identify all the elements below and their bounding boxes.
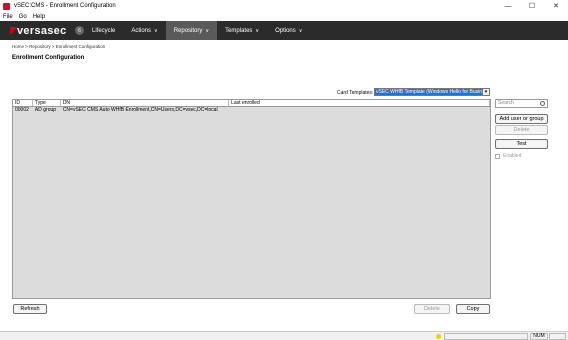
cell-last-enrolled (229, 107, 490, 114)
menu-file[interactable]: File (3, 14, 13, 20)
delete-side-button[interactable]: Delete (495, 125, 548, 135)
minimize-button[interactable]: — (496, 0, 520, 12)
breadcrumb[interactable]: Home > Repository > Enrollment Configura… (12, 44, 105, 49)
cell-dn: CN=vSEC CMS Auto WHfB Enrollment,CN=User… (62, 107, 218, 113)
chevron-down-icon: ∨ (255, 27, 260, 34)
status-indicator-icon (436, 334, 441, 339)
card-templates-label: Card Templates: (337, 90, 374, 96)
notification-badge[interactable]: 6 (75, 26, 84, 35)
status-pane (444, 333, 528, 340)
column-header-dn[interactable]: DN (61, 100, 230, 106)
nav-lifecycle-label: Lifecycle (92, 27, 116, 34)
menu-bar: File Go Help (0, 12, 568, 21)
enrollment-table[interactable]: ID Type DN Last enrolled 00002 AD group … (12, 99, 491, 299)
table-row[interactable]: 00002 AD group CN=vSEC CMS Auto WHfB Enr… (13, 107, 490, 114)
versasec-logo[interactable]: versasec (6, 24, 68, 37)
menu-go[interactable]: Go (19, 14, 27, 20)
enabled-checkbox[interactable]: Enabled (495, 153, 521, 159)
maximize-button[interactable]: ☐ (520, 0, 544, 12)
copy-button[interactable]: Copy (456, 304, 490, 314)
app-icon (3, 2, 10, 10)
enabled-label: Enabled (503, 153, 522, 159)
nav-bar: versasec 6 Lifecycle Actions ∨ Repositor… (0, 21, 568, 40)
nav-repository-label: Repository (173, 27, 203, 34)
page-title: Enrollment Configuration (12, 55, 85, 61)
search-input[interactable]: Search (495, 99, 548, 108)
checkbox-box[interactable] (495, 153, 500, 159)
nav-templates-label: Templates (225, 27, 253, 34)
refresh-button[interactable]: Refresh (13, 304, 47, 314)
add-user-or-group-button[interactable]: Add user or group (495, 114, 548, 124)
nav-templates[interactable]: Templates ∨ (217, 21, 267, 40)
nav-lifecycle[interactable]: Lifecycle (84, 21, 123, 40)
test-button[interactable]: Test (495, 139, 548, 149)
nav-repository[interactable]: Repository ∨ (165, 21, 218, 40)
window-title: vSEC:CMS - Enrollment Configuration (14, 3, 116, 9)
cell-id: 00002 (15, 107, 29, 113)
status-bar: NUM (0, 331, 568, 340)
close-button[interactable]: ✕ (544, 0, 568, 12)
delete-button[interactable]: Delete (414, 304, 450, 314)
title-bar: vSEC:CMS - Enrollment Configuration — ☐ … (0, 0, 568, 12)
logo-mark-icon (6, 26, 18, 35)
card-templates-value: vSEC WHfB Template (Windows Hello for Bu… (375, 89, 482, 95)
nav-options-label: Options (275, 27, 296, 34)
chevron-down-icon: ∨ (298, 27, 303, 34)
status-pane-end (549, 333, 566, 340)
column-header-last-enrolled[interactable]: Last enrolled (229, 100, 490, 106)
column-header-type[interactable]: Type (33, 100, 61, 106)
chevron-down-icon: ∨ (154, 27, 158, 34)
column-header-id[interactable]: ID (13, 100, 33, 106)
dropdown-arrow-icon[interactable]: ▾ (482, 89, 489, 95)
menu-help[interactable]: Help (33, 14, 45, 20)
card-templates-select[interactable]: vSEC WHfB Template (Windows Hello for Bu… (374, 88, 490, 96)
cell-type: AD group (34, 107, 57, 113)
nav-actions-label: Actions (131, 27, 152, 34)
chevron-down-icon: ∨ (205, 27, 210, 34)
num-lock-indicator: NUM (530, 333, 548, 340)
search-icon (540, 101, 545, 106)
nav-options[interactable]: Options ∨ (267, 21, 310, 40)
logo-text: versasec (17, 24, 67, 37)
table-header: ID Type DN Last enrolled (13, 100, 490, 107)
nav-actions[interactable]: Actions ∨ (123, 21, 165, 40)
